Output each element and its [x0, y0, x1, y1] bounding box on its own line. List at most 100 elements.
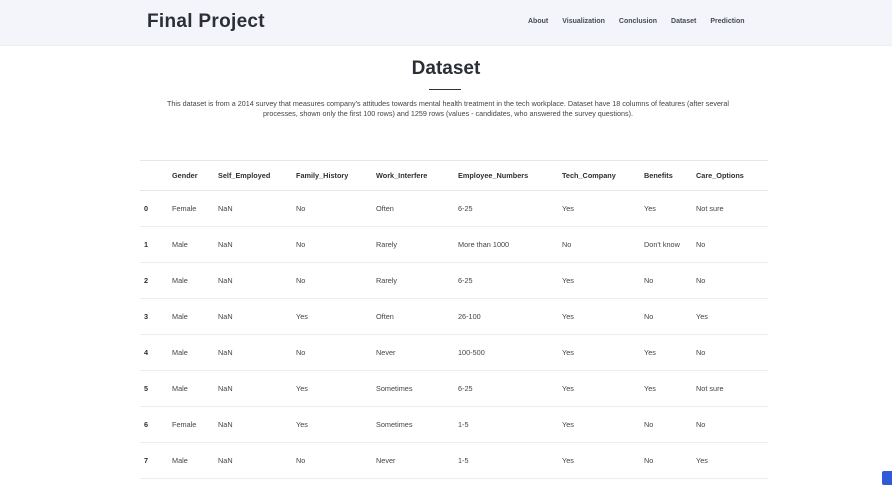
cell-family-history: Yes [292, 370, 372, 407]
column-header-employee-numbers: Employee_Numbers [454, 160, 558, 191]
cell-self-employed: NaN [214, 370, 292, 407]
cell-care-options: No [692, 262, 768, 299]
column-header-gender: Gender [168, 160, 214, 191]
cell-tech-company: Yes [558, 298, 640, 335]
cell-gender: Male [168, 334, 214, 371]
table-row: 1 Male NaN No Rarely More than 1000 No D… [140, 226, 768, 263]
cell-care-options: Not sure [692, 190, 768, 227]
cell-tech-company: No [558, 226, 640, 263]
cell-gender: Female [168, 190, 214, 227]
dataset-description: This dataset is from a 2014 survey that … [167, 99, 729, 118]
cell-tech-company: Yes [558, 262, 640, 299]
cell-care-options: Not sure [692, 370, 768, 407]
cell-employee-numbers: 26-100 [454, 298, 558, 335]
nav-prediction[interactable]: Prediction [710, 18, 744, 25]
table-row: 3 Male NaN Yes Often 26-100 Yes No Yes [140, 298, 768, 335]
cell-employee-numbers: 1-5 [454, 442, 558, 479]
nav-visualization[interactable]: Visualization [562, 18, 605, 25]
nav-about[interactable]: About [528, 18, 548, 25]
row-index: 0 [140, 190, 168, 227]
cell-benefits: Yes [640, 334, 692, 371]
cell-work-interfere: Sometimes [372, 406, 454, 443]
table-row: 6 Female NaN Yes Sometimes 1-5 Yes No No [140, 406, 768, 443]
cell-self-employed: NaN [214, 226, 292, 263]
cell-family-history: No [292, 226, 372, 263]
cell-family-history: No [292, 262, 372, 299]
cell-benefits: Yes [640, 190, 692, 227]
cell-self-employed: NaN [214, 190, 292, 227]
table-row: 7 Male NaN No Never 1-5 Yes No Yes [140, 442, 768, 479]
cell-care-options: Yes [692, 298, 768, 335]
cell-self-employed: NaN [214, 406, 292, 443]
cell-tech-company: Yes [558, 190, 640, 227]
cell-benefits: No [640, 442, 692, 479]
title-underline [429, 89, 461, 90]
dataset-table: Gender Self_Employed Family_History Work… [140, 160, 768, 479]
table-header-row: Gender Self_Employed Family_History Work… [140, 160, 768, 191]
table-row: 0 Female NaN No Often 6-25 Yes Yes Not s… [140, 190, 768, 227]
cell-family-history: No [292, 442, 372, 479]
cell-gender: Male [168, 226, 214, 263]
cell-employee-numbers: 6-25 [454, 190, 558, 227]
cell-care-options: Yes [692, 442, 768, 479]
cell-employee-numbers: 100-500 [454, 334, 558, 371]
cell-tech-company: Yes [558, 442, 640, 479]
cell-care-options: No [692, 406, 768, 443]
column-header-self-employed: Self_Employed [214, 160, 292, 191]
cell-work-interfere: Sometimes [372, 370, 454, 407]
table-row: 4 Male NaN No Never 100-500 Yes Yes No [140, 334, 768, 371]
column-header-work-interfere: Work_Interfere [372, 160, 454, 191]
page-title: Dataset [411, 58, 481, 79]
dataset-table-container[interactable]: Gender Self_Employed Family_History Work… [140, 160, 768, 479]
cell-family-history: No [292, 190, 372, 227]
cell-benefits: No [640, 298, 692, 335]
brand-title[interactable]: Final Project [147, 11, 265, 33]
cell-family-history: Yes [292, 406, 372, 443]
row-index: 7 [140, 442, 168, 479]
cell-gender: Male [168, 298, 214, 335]
cell-work-interfere: Never [372, 334, 454, 371]
cell-tech-company: Yes [558, 334, 640, 371]
cell-work-interfere: Rarely [372, 262, 454, 299]
row-index: 4 [140, 334, 168, 371]
cell-care-options: No [692, 226, 768, 263]
cell-work-interfere: Often [372, 190, 454, 227]
cell-family-history: No [292, 334, 372, 371]
cell-work-interfere: Rarely [372, 226, 454, 263]
nav-dataset[interactable]: Dataset [671, 18, 696, 25]
cell-family-history: Yes [292, 298, 372, 335]
table-row: 2 Male NaN No Rarely 6-25 Yes No No [140, 262, 768, 299]
cell-employee-numbers: More than 1000 [454, 226, 558, 263]
column-header-family-history: Family_History [292, 160, 372, 191]
cell-employee-numbers: 6-25 [454, 262, 558, 299]
table-row: 5 Male NaN Yes Sometimes 6-25 Yes Yes No… [140, 370, 768, 407]
cell-self-employed: NaN [214, 334, 292, 371]
cell-self-employed: NaN [214, 262, 292, 299]
cell-gender: Male [168, 262, 214, 299]
column-header-benefits: Benefits [640, 160, 692, 191]
row-index: 3 [140, 298, 168, 335]
cell-benefits: No [640, 262, 692, 299]
cell-gender: Male [168, 370, 214, 407]
cell-benefits: Yes [640, 370, 692, 407]
row-index: 2 [140, 262, 168, 299]
cell-work-interfere: Never [372, 442, 454, 479]
column-header-index [140, 160, 168, 191]
cell-tech-company: Yes [558, 406, 640, 443]
column-header-care-options: Care_Options [692, 160, 768, 191]
cell-gender: Female [168, 406, 214, 443]
cell-self-employed: NaN [214, 298, 292, 335]
row-index: 6 [140, 406, 168, 443]
cell-benefits: Don't know [640, 226, 692, 263]
cell-employee-numbers: 6-25 [454, 370, 558, 407]
cell-gender: Male [168, 442, 214, 479]
row-index: 1 [140, 226, 168, 263]
floating-widget-button[interactable] [882, 471, 892, 485]
column-header-tech-company: Tech_Company [558, 160, 640, 191]
navbar: Final Project About Visualization Conclu… [0, 0, 892, 46]
row-index: 5 [140, 370, 168, 407]
cell-employee-numbers: 1-5 [454, 406, 558, 443]
nav-conclusion[interactable]: Conclusion [619, 18, 657, 25]
cell-tech-company: Yes [558, 370, 640, 407]
page: Final Project About Visualization Conclu… [0, 0, 892, 493]
